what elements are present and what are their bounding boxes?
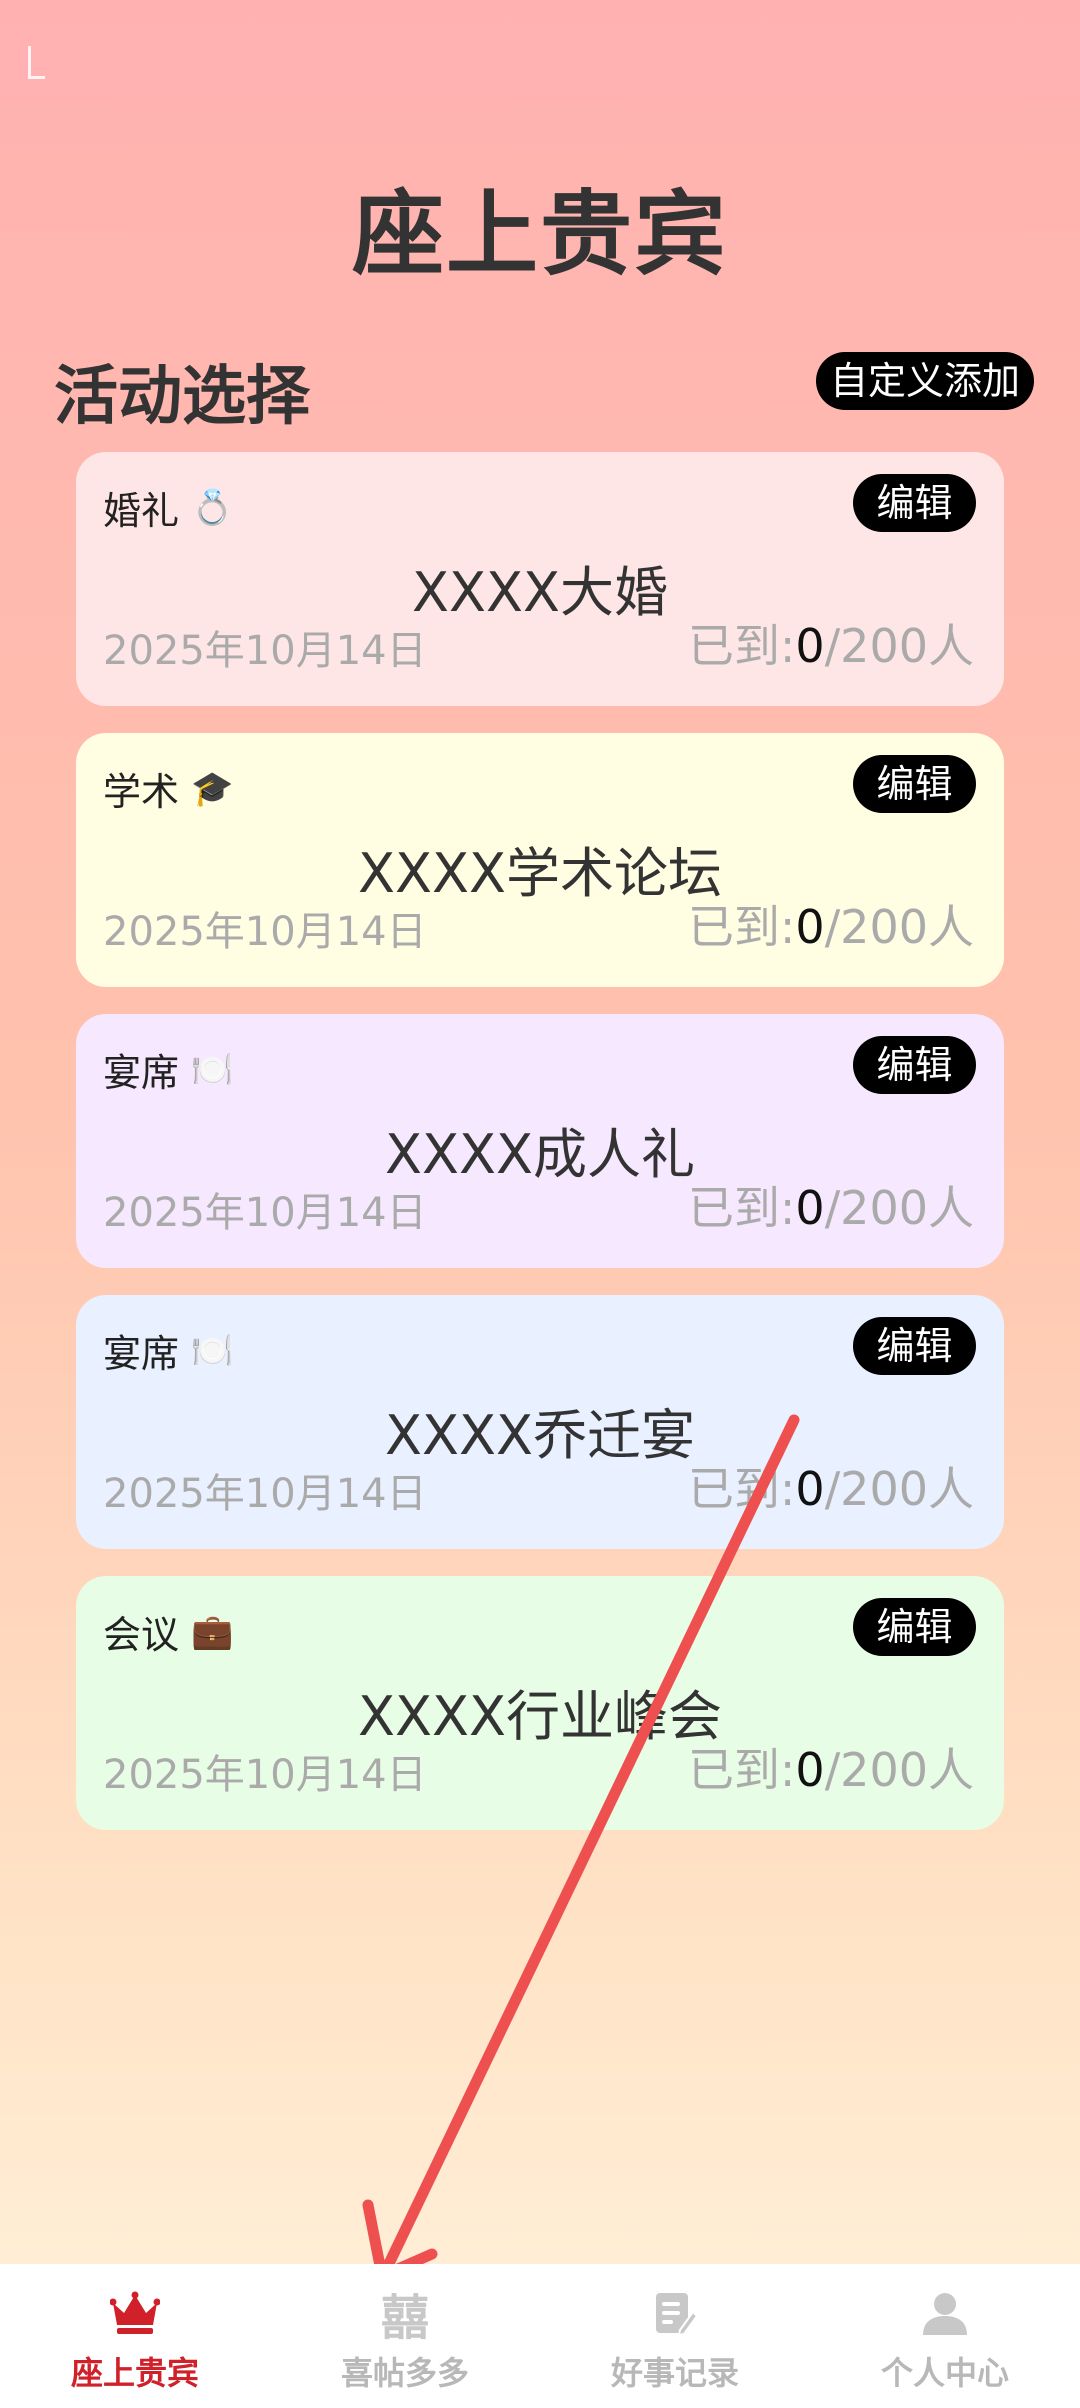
edit-button[interactable]: 编辑: [853, 1598, 976, 1656]
event-date: 2025年10月14日: [103, 1471, 427, 1517]
event-date: 2025年10月14日: [103, 1752, 427, 1798]
checkin-prefix: 已到:: [687, 619, 796, 673]
event-type-label: 婚礼: [103, 489, 180, 533]
capacity: /200人: [824, 619, 974, 673]
edit-button[interactable]: 编辑: [853, 755, 976, 813]
tab-label: 喜帖多多: [340, 2354, 469, 2392]
capacity: /200人: [824, 1743, 974, 1797]
person-icon: [921, 2286, 969, 2340]
event-type-label: 宴席: [103, 1332, 180, 1376]
event-type-label: 学术: [103, 770, 180, 814]
event-date: 2025年10月14日: [103, 909, 427, 955]
bottom-tab-bar: 座上贵宾 囍 喜帖多多 好事记录 个人中心: [0, 2264, 1080, 2408]
graduation-cap-icon: 🎓: [191, 768, 234, 809]
event-date: 2025年10月14日: [103, 628, 427, 674]
event-card[interactable]: 宴席 🍽️ 编辑 XXXX乔迁宴 2025年10月14日 已到:0/200人: [76, 1295, 1004, 1549]
checkin-prefix: 已到:: [687, 1743, 796, 1797]
plate-icon: 🍽️: [191, 1330, 234, 1371]
event-list: 婚礼 💍 编辑 XXXX大婚 2025年10月14日 已到:0/200人 学术 …: [76, 452, 1004, 1857]
event-type: 会议 💼: [103, 1604, 233, 1659]
tab-label: 个人中心: [880, 2354, 1009, 2392]
page-title: 座上贵宾: [351, 181, 728, 288]
capacity: /200人: [824, 1462, 974, 1516]
arrived-count: 0: [795, 619, 825, 673]
tab-label: 座上贵宾: [70, 2354, 199, 2392]
checkin-prefix: 已到:: [687, 1181, 796, 1235]
edit-button[interactable]: 编辑: [853, 1317, 976, 1375]
tab-profile[interactable]: 个人中心: [810, 2264, 1080, 2408]
arrived-count: 0: [795, 1181, 825, 1235]
event-type: 宴席 🍽️: [103, 1323, 233, 1378]
capacity: /200人: [824, 1181, 974, 1235]
section-title: 活动选择: [54, 360, 310, 434]
checkin-status: 已到:0/200人: [688, 1734, 974, 1800]
arrived-count: 0: [795, 1743, 825, 1797]
crown-icon: [110, 2286, 160, 2340]
event-type: 学术 🎓: [103, 761, 233, 816]
checkin-status: 已到:0/200人: [688, 1172, 974, 1238]
tab-good-records[interactable]: 好事记录: [540, 2264, 810, 2408]
tab-label: 好事记录: [610, 2354, 739, 2392]
event-type-label: 宴席: [103, 1051, 180, 1095]
event-card[interactable]: 会议 💼 编辑 XXXX行业峰会 2025年10月14日 已到:0/200人: [76, 1576, 1004, 1830]
arrived-count: 0: [795, 900, 825, 954]
custom-add-button[interactable]: 自定义添加: [815, 352, 1034, 410]
tab-vip-guests[interactable]: 座上贵宾: [0, 2264, 270, 2408]
arrived-count: 0: [795, 1462, 825, 1516]
double-happiness-icon: 囍: [380, 2290, 429, 2346]
plate-icon: 🍽️: [191, 1049, 234, 1090]
event-card[interactable]: 学术 🎓 编辑 XXXX学术论坛 2025年10月14日 已到:0/200人: [76, 733, 1004, 987]
event-type-label: 会议: [103, 1613, 180, 1657]
checkin-prefix: 已到:: [687, 900, 796, 954]
status-bar-indicator: [28, 46, 45, 79]
checkin-status: 已到:0/200人: [688, 610, 974, 676]
event-date: 2025年10月14日: [103, 1190, 427, 1236]
event-card[interactable]: 宴席 🍽️ 编辑 XXXX成人礼 2025年10月14日 已到:0/200人: [76, 1014, 1004, 1268]
briefcase-icon: 💼: [191, 1611, 234, 1652]
note-icon: [653, 2286, 697, 2340]
checkin-prefix: 已到:: [687, 1462, 796, 1516]
capacity: /200人: [824, 900, 974, 954]
event-type: 婚礼 💍: [103, 480, 233, 535]
tab-invitations[interactable]: 囍 喜帖多多: [270, 2264, 540, 2408]
checkin-status: 已到:0/200人: [688, 891, 974, 957]
event-type: 宴席 🍽️: [103, 1042, 233, 1097]
ring-icon: 💍: [191, 487, 234, 528]
edit-button[interactable]: 编辑: [853, 1036, 976, 1094]
event-card[interactable]: 婚礼 💍 编辑 XXXX大婚 2025年10月14日 已到:0/200人: [76, 452, 1004, 706]
edit-button[interactable]: 编辑: [853, 474, 976, 532]
checkin-status: 已到:0/200人: [688, 1453, 974, 1519]
